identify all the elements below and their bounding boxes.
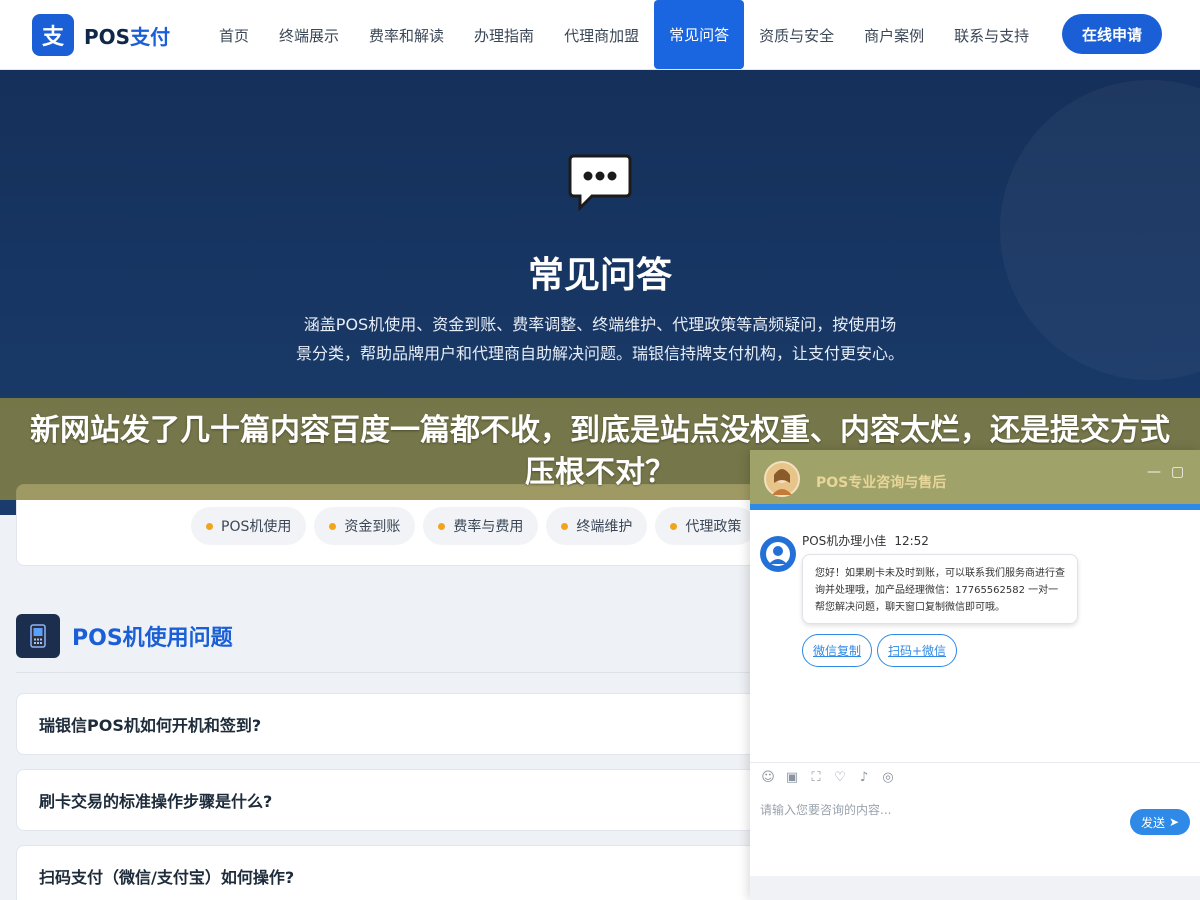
category-label: POS机使用	[221, 519, 292, 535]
page-title: 常见问答	[527, 255, 672, 296]
category-label: 资金到账	[344, 519, 401, 535]
chat-message-input[interactable]	[760, 800, 1120, 820]
faq-item[interactable]: 刷卡交易的标准操作步骤是什么?	[16, 769, 776, 831]
bullet-dot-icon	[670, 522, 678, 530]
bullet-dot-icon	[438, 522, 446, 530]
faq-item[interactable]: 瑞银信POS机如何开机和签到?	[16, 693, 776, 755]
message-meta: POS机办理小佳 12:52	[802, 532, 929, 549]
chat-divider	[750, 762, 1200, 763]
scan-wechat-button[interactable]: 扫码+微信	[877, 634, 957, 667]
category-pill-pos-usage[interactable]: POS机使用	[191, 507, 307, 545]
category-label: 终端维护	[576, 519, 633, 535]
category-pill-row: POS机使用 资金到账 费率与费用 终端维护 代理政策	[191, 507, 764, 545]
agent-name: POS机办理小佳	[802, 534, 887, 548]
nav-item-contact[interactable]: 联系与支持	[939, 0, 1044, 70]
copy-wechat-button[interactable]: 微信复制	[802, 634, 872, 667]
category-label: 代理政策	[685, 519, 742, 535]
category-pill-agent-policy[interactable]: 代理政策	[655, 507, 757, 545]
nav-item-security[interactable]: 资质与安全	[744, 0, 849, 70]
bullet-dot-icon	[329, 522, 337, 530]
nav-item-guide[interactable]: 办理指南	[459, 0, 549, 70]
message-bubble: 您好！如果刷卡未及时到账，可以联系我们服务商进行查询并处理哦，加产品经理微信：1…	[802, 554, 1078, 624]
category-pill-fees[interactable]: 费率与费用	[423, 507, 539, 545]
nav-item-agent[interactable]: 代理商加盟	[549, 0, 654, 70]
logo-brand: 支付	[130, 24, 171, 49]
bullet-dot-icon	[561, 522, 569, 530]
section-divider	[16, 672, 756, 673]
nav-item-home[interactable]: 首页	[204, 0, 264, 70]
logo-text: POS支付	[84, 21, 170, 50]
nav-item-terminals[interactable]: 终端展示	[264, 0, 354, 70]
pos-terminal-icon	[16, 614, 60, 658]
section-title: POS机使用问题	[72, 626, 233, 651]
send-label: 发送	[1140, 815, 1165, 830]
category-pill-settlement[interactable]: 资金到账	[314, 507, 416, 545]
nav-item-rates[interactable]: 费率和解读	[354, 0, 459, 70]
nav-item-cases[interactable]: 商户案例	[849, 0, 939, 70]
faq-question: 刷卡交易的标准操作步骤是什么?	[39, 792, 273, 811]
rating-icon[interactable]: ♡	[832, 770, 848, 786]
send-arrow-icon: ➤	[1168, 815, 1180, 829]
hero-decor-circle	[1000, 80, 1200, 380]
chat-footer	[750, 876, 1200, 900]
message-time: 12:52	[894, 534, 929, 548]
maximize-icon[interactable]: ▢	[1171, 464, 1184, 480]
category-pill-maintenance[interactable]: 终端维护	[546, 507, 648, 545]
logo-prefix: POS	[84, 24, 131, 49]
chat-header: POS专业咨询与售后 — ▢	[750, 450, 1200, 504]
chat-widget: POS专业咨询与售后 — ▢ POS机办理小佳 12:52 您好！如果刷卡未及时到…	[750, 450, 1200, 900]
faq-item[interactable]: 扫码支付（微信/支付宝）如何操作?	[16, 845, 776, 900]
screenshot-icon[interactable]: ⛶	[808, 770, 824, 786]
chat-title: POS专业咨询与售后	[816, 475, 947, 491]
voice-icon[interactable]: ♪	[856, 770, 872, 786]
chat-agent-avatar	[760, 536, 796, 572]
category-label: 费率与费用	[453, 519, 524, 535]
minimize-icon[interactable]: —	[1147, 464, 1161, 480]
chat-toolbar: ☺ ▣ ⛶ ♡ ♪ ◎	[760, 770, 904, 786]
nav-item-faq[interactable]: 常见问答	[654, 0, 745, 69]
speech-bubble-icon	[568, 154, 632, 216]
logo-badge: 支	[32, 14, 74, 56]
wechat-icon[interactable]: ◎	[880, 770, 896, 786]
emoji-icon[interactable]: ☺	[760, 770, 776, 786]
apply-online-button[interactable]: 在线申请	[1062, 14, 1162, 54]
site-header: 支 POS支付 首页 终端展示 费率和解读 办理指南 代理商加盟 常见问答 资质…	[0, 0, 1200, 70]
section-heading: POS机使用问题	[16, 614, 233, 658]
chat-accent-bar	[750, 504, 1200, 510]
site-logo[interactable]: 支 POS支付	[32, 14, 170, 56]
hero-description: 涵盖POS机使用、资金到账、费率调整、终端维护、代理政策等高频疑问，按使用场景分…	[296, 315, 905, 363]
bullet-dot-icon	[206, 522, 213, 530]
faq-question: 瑞银信POS机如何开机和签到?	[39, 716, 262, 735]
send-button[interactable]: 发送 ➤	[1130, 809, 1190, 835]
main-nav: 首页 终端展示 费率和解读 办理指南 代理商加盟 常见问答 资质与安全 商户案例…	[204, 0, 1044, 70]
faq-question: 扫码支付（微信/支付宝）如何操作?	[39, 868, 295, 887]
agent-avatar	[764, 461, 800, 497]
image-icon[interactable]: ▣	[784, 770, 800, 786]
